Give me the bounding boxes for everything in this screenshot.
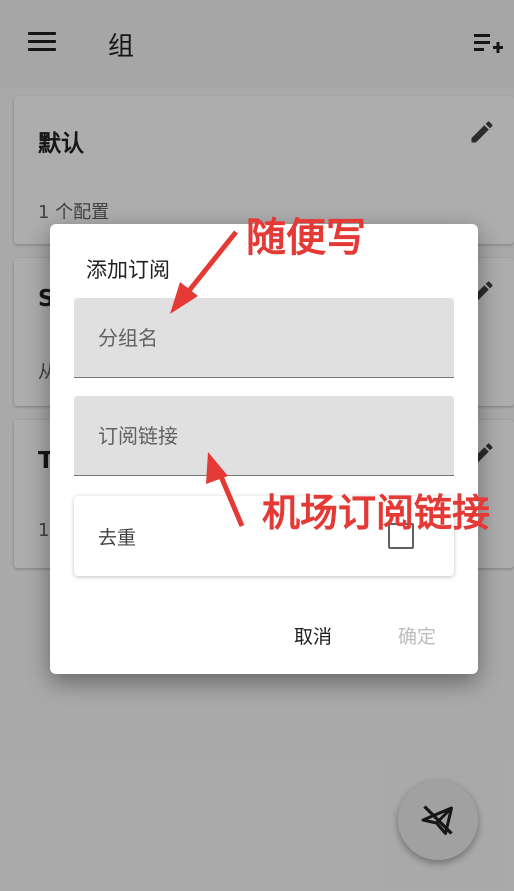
arrow-to-group-name — [170, 230, 238, 314]
arrow-to-subscription-link — [206, 452, 245, 527]
annotation-arrows — [170, 230, 245, 527]
subscription-link-hint: 机场订阅链接 — [262, 491, 491, 535]
group-name-hint: 随便写 — [246, 215, 366, 261]
